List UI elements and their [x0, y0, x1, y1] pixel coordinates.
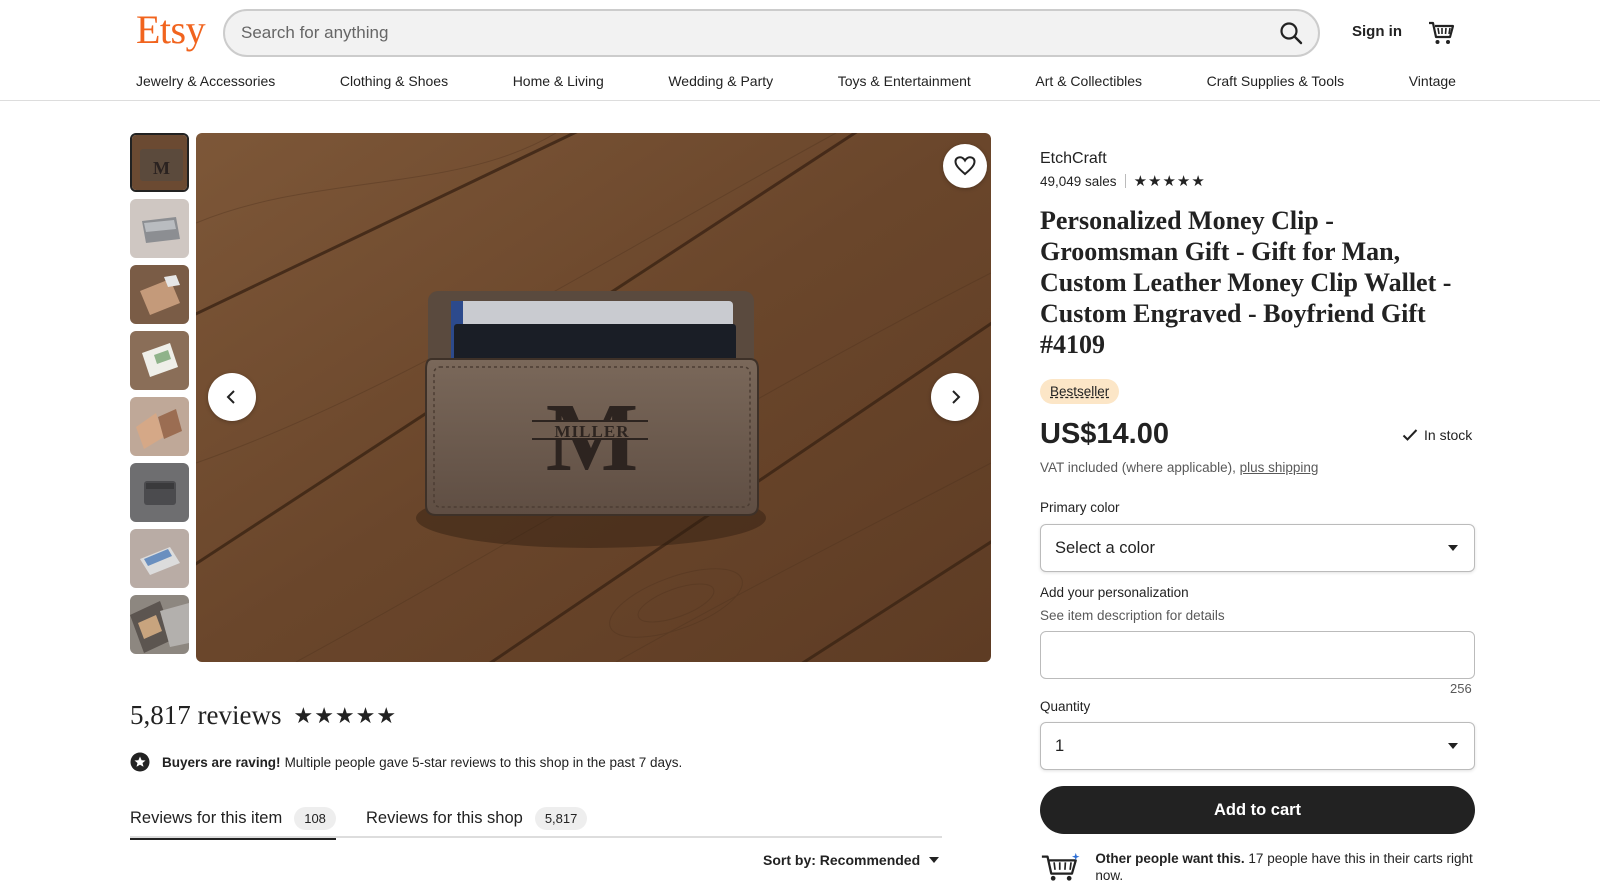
character-count: 256: [1450, 681, 1472, 696]
stock-label: In stock: [1424, 427, 1473, 443]
shop-star-rating-icon: ★★★★★: [1133, 173, 1206, 190]
chevron-left-icon: [226, 390, 235, 404]
quantity-label: Quantity: [1040, 699, 1091, 714]
personalization-label: Add your personalization: [1040, 585, 1189, 600]
buyers-raving-banner: Buyers are raving! Multiple people gave …: [130, 752, 682, 772]
category-link[interactable]: Toys & Entertainment: [838, 73, 971, 89]
thumbnail-7[interactable]: [130, 529, 189, 588]
tab-label: Reviews for this item: [130, 808, 283, 827]
sort-label: Sort by: Recommended: [763, 852, 921, 868]
shop-name-link[interactable]: EtchCraft: [1040, 150, 1107, 168]
product-main-image[interactable]: M MILLER: [196, 133, 991, 662]
thumbnail-4[interactable]: [130, 331, 189, 390]
site-header: Etsy Sign in Jewelry & Accessories Cloth…: [0, 0, 1600, 101]
thumbnail-6[interactable]: [130, 463, 189, 522]
sales-count: 49,049 sales: [1040, 173, 1117, 189]
add-to-cart-button[interactable]: Add to cart: [1040, 786, 1475, 834]
cart-demand-icon: [1041, 852, 1080, 881]
raving-text: Multiple people gave 5-star reviews to t…: [284, 754, 683, 770]
category-link[interactable]: Art & Collectibles: [1035, 73, 1142, 89]
thumbnail-2[interactable]: [130, 199, 189, 258]
primary-color-label: Primary color: [1040, 500, 1120, 515]
review-tabs: Reviews for this item 108 Reviews for th…: [130, 800, 942, 840]
sign-in-link[interactable]: Sign in: [1352, 23, 1402, 40]
thumbnail-3[interactable]: [130, 265, 189, 324]
demand-notice: Other people want this. 17 people have t…: [1040, 850, 1480, 884]
sort-dropdown[interactable]: Sort by: Recommended: [763, 852, 940, 868]
star-badge-icon: [130, 752, 150, 772]
thumbnail-8[interactable]: [130, 595, 189, 654]
personalization-textarea[interactable]: [1040, 631, 1475, 679]
shopping-cart-icon[interactable]: [1427, 18, 1455, 46]
quantity-select[interactable]: 1: [1040, 722, 1475, 770]
category-nav: Jewelry & Accessories Clothing & Shoes H…: [136, 73, 1456, 89]
reviews-header: 5,817 reviews ★★★★★: [130, 700, 397, 731]
listing-title: Personalized Money Clip - Groomsman Gift…: [1040, 206, 1452, 359]
demand-heading: Other people want this.: [1095, 851, 1245, 866]
star-rating-icon: ★★★★★: [293, 702, 398, 728]
select-value: 1: [1055, 736, 1065, 755]
checkmark-icon: [1402, 429, 1418, 441]
primary-color-select[interactable]: Select a color: [1040, 524, 1475, 572]
divider: [1124, 174, 1126, 188]
thumbnail-strip: M: [130, 133, 190, 663]
category-link[interactable]: Vintage: [1409, 73, 1456, 89]
listing-price: US$14.00: [1040, 418, 1169, 450]
svg-text:M: M: [153, 158, 170, 178]
raving-heading: Buyers are raving!: [162, 754, 281, 770]
tab-reviews-shop[interactable]: Reviews for this shop 5,817: [366, 800, 588, 836]
category-link[interactable]: Clothing & Shoes: [340, 73, 448, 89]
category-link[interactable]: Craft Supplies & Tools: [1207, 73, 1344, 89]
monogram-name: MILLER: [555, 422, 630, 441]
plus-shipping-link[interactable]: plus shipping: [1240, 460, 1319, 475]
etsy-logo[interactable]: Etsy: [136, 6, 206, 53]
chevron-right-icon: [952, 390, 961, 404]
tab-count-badge: 5,817: [534, 806, 588, 830]
shop-sales: 49,049 sales ★★★★★: [1040, 172, 1206, 190]
select-value: Select a color: [1055, 538, 1155, 557]
vat-text: VAT included (where applicable),: [1040, 460, 1236, 475]
category-link[interactable]: Home & Living: [513, 73, 604, 89]
thumbnail-5[interactable]: [130, 397, 189, 456]
personalization-hint: See item description for details: [1040, 608, 1225, 623]
tab-count-badge: 108: [294, 806, 336, 830]
tab-label: Reviews for this shop: [366, 808, 523, 827]
search-bar: [223, 9, 1320, 57]
tab-reviews-item[interactable]: Reviews for this item 108: [130, 800, 336, 840]
caret-down-icon: [1448, 545, 1458, 551]
favorite-heart-icon[interactable]: [943, 144, 987, 188]
next-image-button[interactable]: [931, 373, 979, 421]
caret-down-icon: [929, 857, 940, 863]
bestseller-badge[interactable]: Bestseller: [1040, 379, 1120, 404]
previous-image-button[interactable]: [208, 373, 256, 421]
caret-down-icon: [1448, 743, 1458, 749]
category-link[interactable]: Wedding & Party: [668, 73, 773, 89]
reviews-count: 5,817 reviews: [130, 700, 282, 730]
demand-text: Other people want this. 17 people have t…: [1095, 850, 1480, 884]
category-link[interactable]: Jewelry & Accessories: [136, 73, 275, 89]
search-icon[interactable]: [1278, 20, 1304, 46]
thumbnail-1[interactable]: M: [130, 133, 189, 192]
search-input[interactable]: [241, 11, 1221, 55]
stock-status: In stock: [1402, 427, 1472, 443]
vat-note: VAT included (where applicable), plus sh…: [1040, 460, 1318, 475]
